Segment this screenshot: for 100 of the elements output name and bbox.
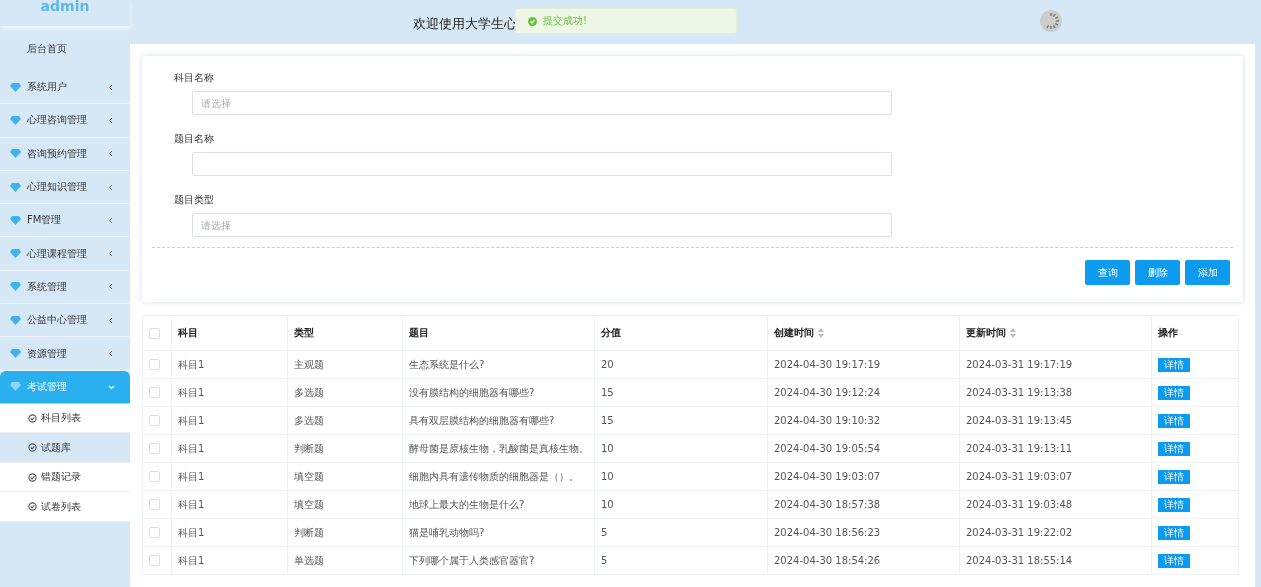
- table-cell: 2024-04-30 19:10:32: [774, 415, 881, 426]
- diamond-icon: [10, 315, 21, 325]
- table-cell: 2024-03-31 18:55:14: [966, 555, 1073, 566]
- row-checkbox[interactable]: [149, 555, 160, 567]
- diamond-icon: [10, 82, 21, 92]
- table-cell: 科目1: [178, 442, 205, 454]
- loading-spinner-icon: [1040, 10, 1062, 32]
- row-checkbox[interactable]: [149, 443, 160, 455]
- table-cell: 20: [601, 359, 614, 370]
- sort-icon[interactable]: [818, 328, 824, 338]
- home-link[interactable]: 后台首页: [0, 27, 130, 71]
- table-cell: 填空题: [294, 470, 324, 482]
- table-cell: 科目1: [178, 526, 205, 538]
- table-cell: 没有膜结构的细胞器有哪些?: [409, 386, 535, 398]
- submenu-item[interactable]: 试卷列表: [0, 492, 130, 522]
- diamond-icon: [10, 249, 21, 259]
- table-cell: 科目1: [178, 498, 205, 510]
- check-circle-icon: [28, 472, 37, 482]
- column-header: 操作: [1158, 327, 1178, 338]
- table-cell: 下列哪个属于人类感官器官?: [409, 554, 535, 566]
- diamond-icon: [10, 215, 21, 225]
- table-cell: 10: [601, 443, 614, 454]
- table-cell: 2024-04-30 18:54:26: [774, 555, 881, 566]
- column-header: 题目: [409, 327, 429, 338]
- table-cell: 地球上最大的生物是什么?: [409, 498, 525, 510]
- chevron-left-icon: [108, 116, 113, 124]
- table-cell: 科目1: [178, 554, 205, 566]
- success-toast: 提交成功!: [515, 8, 737, 34]
- field-label: 科目名称: [173, 71, 215, 85]
- chevron-left-icon: [108, 83, 113, 91]
- select-all-checkbox[interactable]: [149, 327, 160, 339]
- chevron-left-icon: [108, 316, 113, 324]
- table-cell: 具有双层膜结构的细胞器有哪些?: [409, 414, 555, 426]
- table-cell: 判断题: [294, 442, 324, 454]
- chevron-left-icon: [108, 216, 113, 224]
- table-cell: 10: [601, 499, 614, 510]
- brand-name: admin: [0, 0, 130, 26]
- chevron-left-icon: [108, 350, 113, 357]
- table-cell: 填空题: [294, 498, 324, 510]
- select-field[interactable]: 请选择: [192, 213, 892, 237]
- table-cell: 2024-03-31 19:22:02: [966, 527, 1073, 538]
- table-cell: 单选题: [294, 554, 324, 566]
- check-circle-icon: [28, 413, 37, 423]
- table-cell: 2024-04-30 19:05:54: [774, 443, 881, 454]
- input-field[interactable]: [192, 152, 892, 176]
- sort-icon[interactable]: [1010, 328, 1016, 338]
- submenu-item[interactable]: 科目列表: [0, 403, 130, 434]
- table-cell: 2024-03-31 19:17:19: [966, 359, 1073, 370]
- table-cell: 酵母菌是原核生物，乳酸菌是真核生物。: [409, 442, 589, 454]
- table-cell: 猫是哺乳动物吗?: [409, 526, 485, 538]
- diamond-icon: [10, 349, 21, 358]
- table-cell: 科目1: [178, 414, 205, 426]
- chevron-down-icon: [108, 385, 115, 391]
- table-cell: 2024-04-30 19:12:24: [774, 387, 881, 398]
- table-cell: 细胞内具有遗传物质的细胞器是（）。: [409, 470, 579, 482]
- chevron-left-icon: [108, 250, 113, 258]
- table-cell: 2024-03-31 19:13:38: [966, 387, 1073, 398]
- diamond-icon: [10, 382, 21, 392]
- diamond-icon: [10, 149, 21, 159]
- field-label: 题目类型: [173, 193, 215, 207]
- row-checkbox[interactable]: [149, 527, 160, 539]
- table-cell: 2024-03-31 19:03:48: [966, 499, 1073, 510]
- column-header[interactable]: 创建时间: [774, 327, 814, 338]
- table-cell: 2024-04-30 19:03:07: [774, 471, 881, 482]
- row-checkbox[interactable]: [149, 499, 160, 511]
- chevron-left-icon: [108, 183, 113, 191]
- select-field[interactable]: 请选择: [192, 91, 892, 115]
- diamond-icon: [10, 282, 21, 292]
- table-cell: 15: [601, 387, 614, 398]
- table-cell: 10: [601, 471, 614, 482]
- submenu-item[interactable]: 错题记录: [0, 462, 130, 493]
- column-header: 类型: [294, 327, 314, 338]
- check-circle-icon: [528, 16, 537, 26]
- column-header: 科目: [178, 327, 198, 338]
- row-checkbox[interactable]: [149, 471, 160, 483]
- table-cell: 主观题: [294, 358, 324, 370]
- table-cell: 15: [601, 415, 614, 426]
- chevron-left-icon: [108, 283, 113, 291]
- check-circle-icon: [28, 502, 37, 512]
- table-cell: 2024-04-30 18:56:23: [774, 527, 881, 538]
- table-cell: 判断题: [294, 526, 324, 538]
- table-cell: 2024-03-31 19:13:45: [966, 415, 1073, 426]
- row-checkbox[interactable]: [149, 415, 160, 427]
- table-cell: 科目1: [178, 386, 205, 398]
- table-cell: 2024-03-31 19:13:11: [966, 443, 1073, 454]
- table-cell: 2024-04-30 18:57:38: [774, 499, 881, 510]
- table-cell: 2024-03-31 19:03:07: [966, 471, 1073, 482]
- table-cell: 多选题: [294, 414, 324, 426]
- check-circle-icon: [28, 443, 37, 453]
- chevron-left-icon: [108, 150, 113, 158]
- table-cell: 5: [601, 555, 608, 566]
- field-label: 题目名称: [173, 132, 215, 146]
- table-cell: 5: [601, 527, 608, 538]
- row-checkbox[interactable]: [149, 387, 160, 399]
- table-cell: 科目1: [178, 358, 205, 370]
- table-cell: 多选题: [294, 386, 324, 398]
- diamond-icon: [10, 115, 21, 125]
- column-header[interactable]: 更新时间: [966, 327, 1006, 338]
- table-cell: 2024-04-30 19:17:19: [774, 359, 881, 370]
- row-checkbox[interactable]: [149, 359, 160, 371]
